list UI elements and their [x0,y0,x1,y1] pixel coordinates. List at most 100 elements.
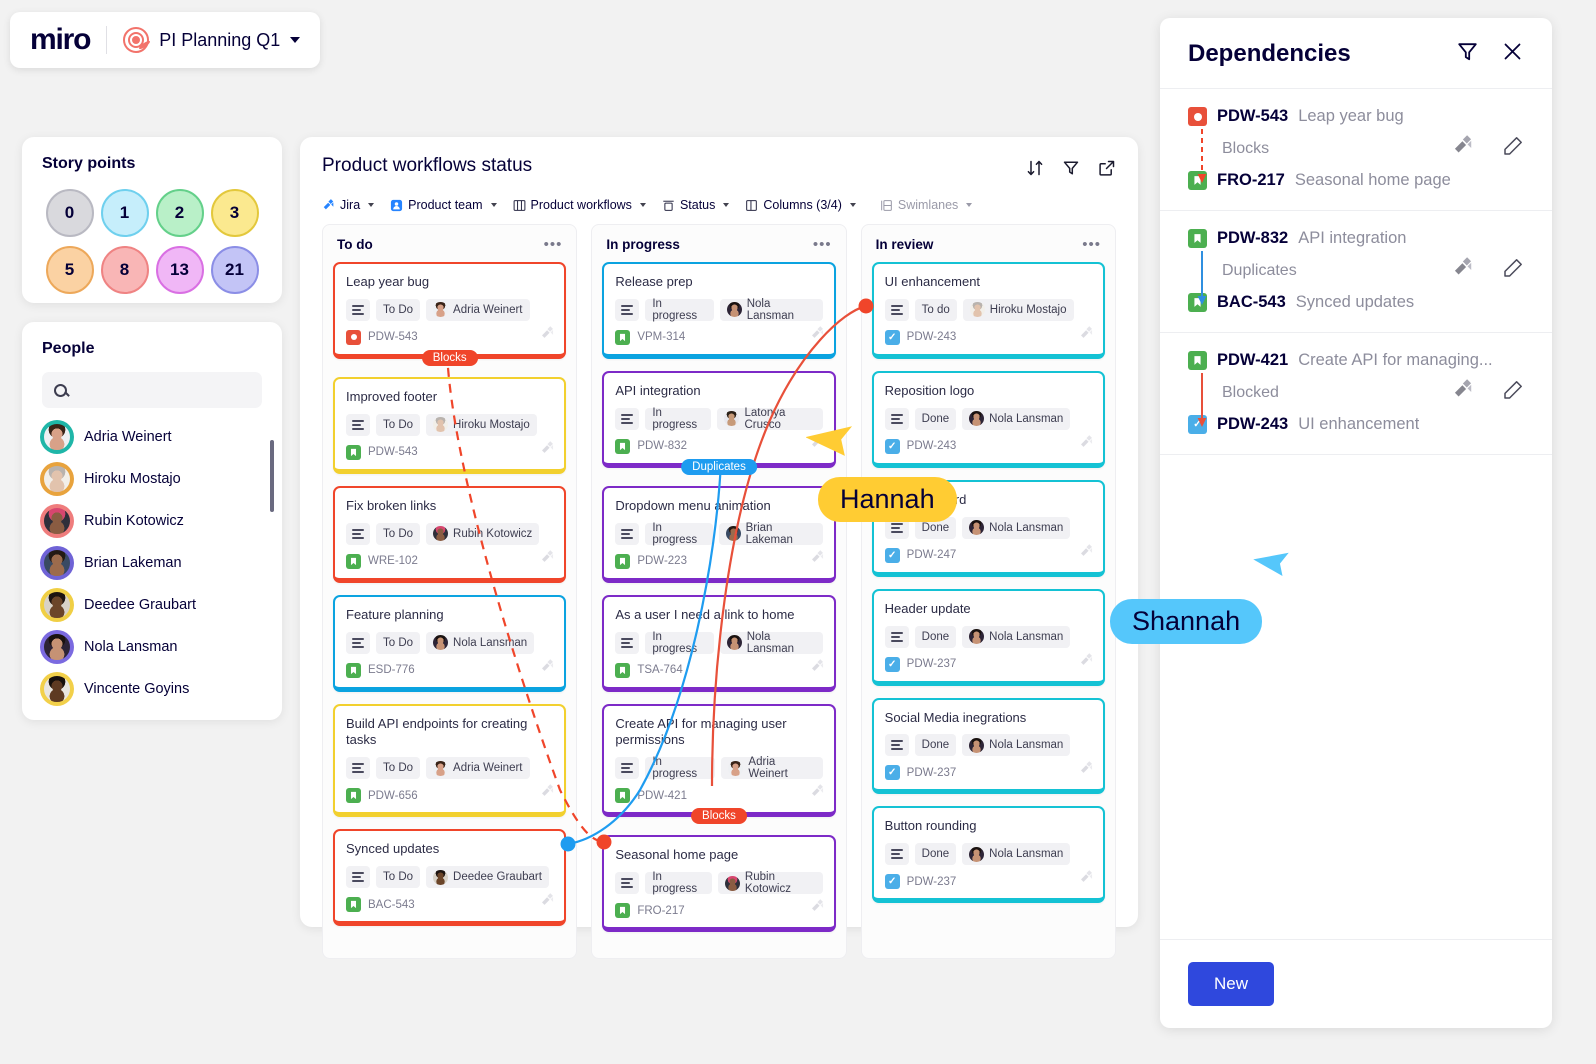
status-label: Done [921,412,950,425]
issue-card-footer: TSA-764 [615,662,822,678]
description-icon [615,631,640,654]
toolbar-jira[interactable]: Jira [322,198,375,212]
avatar [969,411,985,427]
list-item[interactable]: Nola Lansman [42,626,262,668]
issue-card[interactable]: Build API endpoints for creating tasks To… [333,703,567,818]
assignee-name: Adria Weinert [453,303,523,316]
issue-card[interactable]: Button rounding Done Nola Lansman ✓ PDW-237 [871,806,1105,904]
edit-pencil-icon[interactable] [1502,257,1524,284]
person-name: Deedee Graubart [84,597,197,613]
story-point-21[interactable]: 21 [210,246,259,294]
dependency-row[interactable]: PDW-832 API integration Duplicates BAC-543 S… [1160,211,1552,333]
story-point-1[interactable]: 1 [100,189,149,237]
issue-card[interactable]: UI enhancement To do Hiroku Mostajo ✓ PDW-24… [871,262,1105,359]
issue-card-footer: ✓ PDW-237 [884,656,1092,672]
issue-card[interactable]: Improved footer To Do Hiroku Mostajo PDW-54… [333,376,567,474]
issue-card[interactable]: Create API for managing user permissions… [602,703,836,825]
board-column-to-do: To do ••• Leap year bug To Do Adria Weinert P… [322,224,578,960]
jira-icon [1080,326,1093,338]
new-dependency-button[interactable]: New [1188,962,1275,1006]
status-label: In progress [652,521,698,546]
filter-icon[interactable] [1062,159,1080,182]
list-item[interactable]: Adria Weinert [42,416,262,458]
dependency-to: FRO-217 Seasonal home page [1188,171,1524,190]
close-icon[interactable] [1501,40,1524,68]
connector-badge[interactable]: Blocks [421,349,478,366]
toolbar-team[interactable]: Product team [390,198,497,212]
jira-icon[interactable] [1452,135,1474,162]
story-point-3[interactable]: 3 [210,189,259,237]
dependency-row[interactable]: PDW-543 Leap year bug Blocks FRO-217 Seasona… [1160,89,1552,211]
miro-topbar: miro PI Planning Q1 [10,12,321,68]
board-selector[interactable]: PI Planning Q1 [123,27,301,53]
status-badge: To Do [376,522,421,545]
jira-icon[interactable] [1452,379,1474,406]
story-point-8[interactable]: 8 [100,246,149,294]
story-point-5[interactable]: 5 [45,246,94,294]
story-point-13[interactable]: 13 [155,246,204,294]
status-label: To do [921,303,950,316]
toolbar-status[interactable]: Status [662,198,730,212]
issue-card[interactable]: Release prep In progress Nola Lansman VPM-3… [602,262,836,359]
issue-card[interactable]: API integration In progress Latonya Crusco… [602,370,836,475]
status-icon [662,199,675,212]
assignee-name: Deedee Graubart [453,871,542,884]
issue-card[interactable]: Leap year bug To Do Adria Weinert PDW-543 Bl… [333,262,567,366]
issue-card[interactable]: Seasonal home page In progress Rubin Kotow… [602,835,836,933]
search-input[interactable] [75,382,250,398]
issue-type-wrap [1188,351,1207,370]
list-item[interactable]: Brian Lakeman [42,542,262,584]
issue-card[interactable]: Header update Done Nola Lansman ✓ PDW-237 [871,588,1105,686]
sort-icon[interactable] [1026,159,1044,182]
connector-badge[interactable]: Blocks [691,808,747,825]
story-point-2[interactable]: 2 [155,189,204,237]
issue-card[interactable]: Reposition logo Done Nola Lansman ✓ PDW-243 [871,370,1105,468]
story-point-label: 1 [119,203,130,222]
board-header: Product workflows status [322,155,1116,182]
edit-pencil-icon[interactable] [1502,379,1524,406]
status-label: In progress [652,630,698,655]
column-menu-icon[interactable]: ••• [1082,237,1101,252]
list-item[interactable]: Rubin Kotowicz [42,500,262,542]
issue-type-task-icon: ✓ [884,656,900,672]
issue-type-story-icon [1188,351,1207,370]
assignee-name: Nola Lansman [989,848,1064,861]
jira-icon [1079,870,1094,890]
issue-card[interactable]: As a user I need a link to home In progre… [602,594,836,692]
column-menu-icon[interactable]: ••• [544,237,563,252]
issue-card-footer: PDW-223 [615,553,822,569]
status-badge: To Do [376,631,421,654]
toolbar-label: Swimlanes [897,198,959,212]
toolbar-swimlanes[interactable]: Swimlanes [880,198,973,212]
edit-pencil-icon[interactable] [1502,135,1524,162]
dependency-row[interactable]: PDW-421 Create API for managing... Blocked… [1160,333,1552,455]
jira-icon [540,549,555,570]
people-search-box[interactable] [42,372,262,408]
story-point-0[interactable]: 0 [45,189,94,237]
issue-card[interactable]: Social Media inegrations Done Nola Lansman… [871,697,1105,795]
assignee-name: Nola Lansman [989,521,1064,534]
open-external-icon[interactable] [1098,159,1116,182]
issue-card[interactable]: Synced updates To Do Deedee Graubart BAC-54… [333,829,567,927]
issue-card-meta: In progress Nola Lansman [615,298,823,322]
toolbar-columns[interactable]: Columns (3/4) [745,198,856,212]
dependency-to-key: BAC-543 [1217,293,1286,311]
issue-key: PDW-243 [906,440,957,453]
connector-badge[interactable]: Duplicates [681,458,757,475]
list-item[interactable]: Vincente Goyins [42,668,262,710]
toolbar-board[interactable]: Product workflows [513,198,646,212]
issue-card[interactable]: Feature planning To Do Nola Lansman ESD-776 [333,594,567,692]
avatar [42,464,72,494]
issue-card[interactable]: Fix broken links To Do Rubin Kotowicz WRE-1… [333,485,567,583]
people-scrollbar[interactable] [270,440,274,512]
story-points-panel: Story points 0 1 2 3 5 8 13 21 [22,137,282,303]
list-item[interactable]: Hiroku Mostajo [42,458,262,500]
person-name: Adria Weinert [84,429,172,445]
list-item[interactable]: Deedee Graubart [42,584,262,626]
column-menu-icon[interactable]: ••• [813,237,832,252]
issue-card[interactable]: Dropdown menu animation In progress Brian … [602,485,836,583]
dependency-to-summary: Synced updates [1295,293,1415,311]
assignee-chip: Nola Lansman [426,631,535,654]
jira-icon[interactable] [1452,257,1474,284]
filter-icon[interactable] [1456,40,1479,68]
